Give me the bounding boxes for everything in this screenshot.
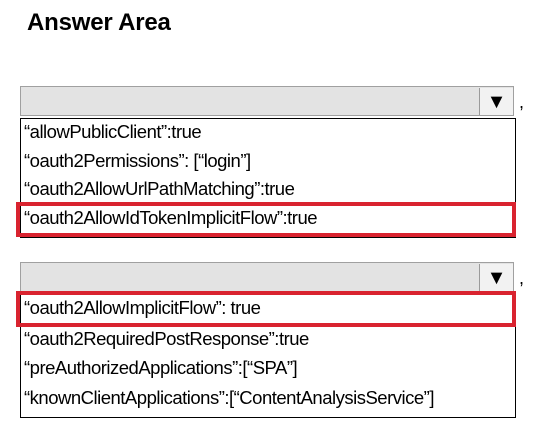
- dropdown-2-select[interactable]: ▼: [20, 262, 514, 292]
- chevron-down-icon: ▼: [486, 90, 507, 113]
- dropdown-2-option[interactable]: “knownClientApplications”:[“ContentAnaly…: [24, 385, 434, 411]
- dropdown-2-option[interactable]: “oauth2AllowImplicitFlow”: true: [24, 295, 261, 321]
- dropdown-2-option[interactable]: “oauth2RequiredPostResponse”:true: [24, 326, 309, 352]
- dropdown-1-comma: ,: [519, 92, 525, 112]
- dropdown-2-options-list: “oauth2AllowImplicitFlow”: true “oauth2R…: [20, 292, 516, 418]
- chevron-down-icon: ▼: [486, 266, 507, 289]
- dropdown-1-options-list: “allowPublicClient”:true “oauth2Permissi…: [20, 118, 516, 238]
- answer-area-title: Answer Area: [27, 9, 171, 36]
- dropdown-2-option[interactable]: “preAuthorizedApplications”:[“SPA”]: [24, 355, 298, 381]
- dropdown-1-option[interactable]: “oauth2Permissions”: [“login”]: [24, 148, 251, 174]
- dropdown-1-option[interactable]: “allowPublicClient”:true: [24, 119, 202, 145]
- dropdown-1-arrow-button[interactable]: ▼: [479, 88, 513, 115]
- dropdown-1-option[interactable]: “oauth2AllowUrlPathMatching”:true: [24, 176, 295, 202]
- dropdown-2-comma: ,: [519, 268, 525, 288]
- dropdown-1-select[interactable]: ▼: [20, 86, 514, 116]
- dropdown-2-arrow-button[interactable]: ▼: [479, 264, 513, 291]
- dropdown-1-option[interactable]: “oauth2AllowIdTokenImplicitFlow”:true: [24, 205, 318, 231]
